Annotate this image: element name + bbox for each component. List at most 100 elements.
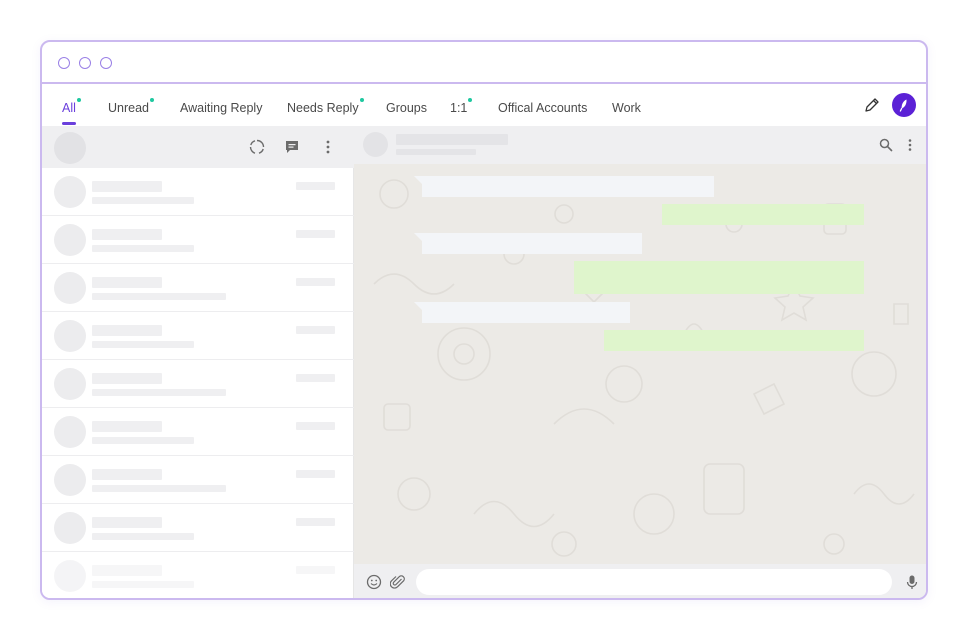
unread-indicator xyxy=(468,98,473,102)
chat-list-item[interactable] xyxy=(42,216,354,264)
tab-needs-reply[interactable]: Needs Reply xyxy=(287,98,364,115)
tab-official-accounts[interactable]: Offical Accounts xyxy=(498,101,587,115)
preview-placeholder xyxy=(92,581,194,588)
bubble-tail xyxy=(414,176,422,184)
tab-groups[interactable]: Groups xyxy=(386,101,427,115)
outgoing-message-bubble[interactable] xyxy=(574,261,864,294)
sidebar-header xyxy=(42,126,354,168)
time-placeholder xyxy=(296,566,335,574)
name-placeholder xyxy=(92,421,162,432)
tab-one-to-one[interactable]: 1:1 xyxy=(450,98,473,115)
name-placeholder xyxy=(92,517,162,528)
preview-placeholder xyxy=(92,533,194,540)
attach-icon[interactable] xyxy=(390,574,406,590)
name-placeholder xyxy=(92,277,162,288)
name-placeholder xyxy=(92,181,162,192)
message-area xyxy=(354,164,926,564)
tab-label: Offical Accounts xyxy=(498,101,588,115)
chat-list-sidebar xyxy=(42,126,354,598)
preview-placeholder xyxy=(92,293,226,300)
window-dot-icon[interactable] xyxy=(100,57,112,69)
bubble-tail xyxy=(414,302,422,310)
chat-list-item[interactable] xyxy=(42,552,354,598)
avatar[interactable] xyxy=(54,132,86,164)
app-window: All Unread Awaiting Reply Needs Reply Gr… xyxy=(40,40,928,600)
contact-status-placeholder xyxy=(396,149,476,155)
time-placeholder xyxy=(296,278,335,286)
more-vertical-icon[interactable] xyxy=(319,138,337,156)
avatar xyxy=(54,176,86,208)
bubble-tail xyxy=(414,233,422,241)
window-dot-icon[interactable] xyxy=(79,57,91,69)
brand-button[interactable] xyxy=(892,93,916,117)
microphone-icon[interactable] xyxy=(904,574,920,590)
chat-list-item[interactable] xyxy=(42,312,354,360)
preview-placeholder xyxy=(92,485,226,492)
contact-name-placeholder xyxy=(396,134,508,145)
time-placeholder xyxy=(296,230,335,238)
avatar xyxy=(54,464,86,496)
avatar xyxy=(54,272,86,304)
composer-bar xyxy=(354,564,926,598)
feather-logo-icon xyxy=(899,99,907,112)
avatar xyxy=(54,560,86,592)
avatar xyxy=(54,512,86,544)
emoji-icon[interactable] xyxy=(366,574,382,590)
tab-label: Needs Reply xyxy=(287,101,359,115)
tab-label: Awaiting Reply xyxy=(180,101,263,115)
tab-awaiting-reply[interactable]: Awaiting Reply xyxy=(180,101,262,115)
tab-work[interactable]: Work xyxy=(612,101,641,115)
conversation-header xyxy=(354,126,926,164)
chat-list-item[interactable] xyxy=(42,264,354,312)
avatar xyxy=(54,224,86,256)
chat-list-item[interactable] xyxy=(42,168,354,216)
name-placeholder xyxy=(92,469,162,480)
chat-list-item[interactable] xyxy=(42,504,354,552)
filter-tabs-bar: All Unread Awaiting Reply Needs Reply Gr… xyxy=(42,84,926,126)
chat-list-item[interactable] xyxy=(42,360,354,408)
status-ring-icon[interactable] xyxy=(248,138,266,156)
search-icon[interactable] xyxy=(878,137,894,153)
tab-label: Unread xyxy=(108,101,149,115)
unread-indicator xyxy=(150,98,154,102)
tab-all[interactable]: All xyxy=(62,98,81,115)
outgoing-message-bubble[interactable] xyxy=(662,204,864,225)
conversation-pane xyxy=(354,126,926,598)
chat-list-item[interactable] xyxy=(42,408,354,456)
name-placeholder xyxy=(92,325,162,336)
avatar[interactable] xyxy=(363,132,388,157)
time-placeholder xyxy=(296,470,335,478)
avatar xyxy=(54,320,86,352)
active-tab-underline xyxy=(62,122,76,125)
main-content xyxy=(42,126,926,598)
tab-label: All xyxy=(62,101,76,115)
unread-indicator xyxy=(76,98,81,102)
unread-indicator xyxy=(359,98,364,102)
tab-unread[interactable]: Unread xyxy=(108,98,154,115)
time-placeholder xyxy=(296,374,335,382)
tab-label: 1:1 xyxy=(450,101,468,115)
time-placeholder xyxy=(296,518,335,526)
incoming-message-bubble[interactable] xyxy=(414,233,642,254)
avatar xyxy=(54,368,86,400)
tab-label: Work xyxy=(612,101,641,115)
title-bar xyxy=(42,42,926,84)
name-placeholder xyxy=(92,565,162,576)
new-chat-icon[interactable] xyxy=(283,138,301,156)
window-dot-icon[interactable] xyxy=(58,57,70,69)
more-vertical-icon[interactable] xyxy=(902,137,918,153)
tab-label: Groups xyxy=(386,101,427,115)
incoming-message-bubble[interactable] xyxy=(414,302,630,323)
incoming-message-bubble[interactable] xyxy=(414,176,714,197)
pencil-icon[interactable] xyxy=(862,95,882,115)
message-input[interactable] xyxy=(416,569,892,595)
preview-placeholder xyxy=(92,341,194,348)
chat-list-item[interactable] xyxy=(42,456,354,504)
name-placeholder xyxy=(92,373,162,384)
outgoing-message-bubble[interactable] xyxy=(604,330,864,351)
preview-placeholder xyxy=(92,245,194,252)
time-placeholder xyxy=(296,182,335,190)
name-placeholder xyxy=(92,229,162,240)
avatar xyxy=(54,416,86,448)
preview-placeholder xyxy=(92,437,194,444)
